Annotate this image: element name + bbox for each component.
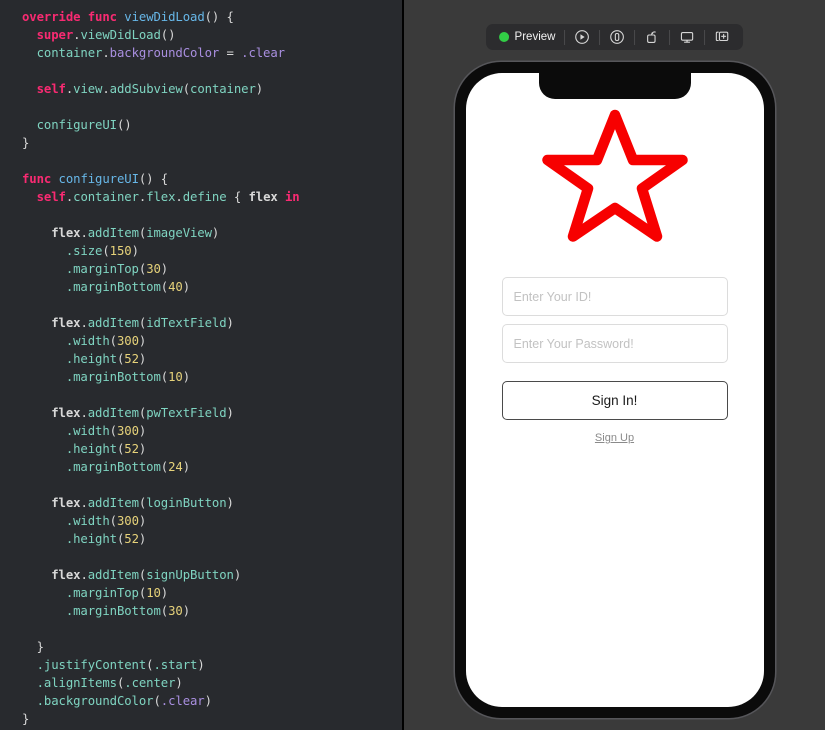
- preview-toolbar[interactable]: Preview: [485, 24, 744, 50]
- code-line: super.viewDidLoad(): [36, 28, 176, 42]
- display-icon: [681, 32, 694, 43]
- code-line: .marginBottom(30): [65, 604, 191, 618]
- device-screen: Enter Your ID! Enter Your Password! Sign…: [465, 73, 764, 707]
- sign-up-link[interactable]: Sign Up: [595, 432, 634, 444]
- id-field-placeholder: Enter Your ID!: [513, 289, 592, 304]
- code-line: self.view.addSubview(container): [36, 82, 264, 96]
- code-line: }: [22, 136, 30, 150]
- code-line: override func viewDidLoad() {: [22, 10, 234, 24]
- sign-in-label: Sign In!: [591, 393, 638, 408]
- code-line: flex.addItem(pwTextField): [51, 406, 234, 420]
- code-editor-pane[interactable]: override func viewDidLoad() { super.view…: [0, 0, 404, 730]
- login-screen: Enter Your ID! Enter Your Password! Sign…: [466, 73, 764, 707]
- code-line: .marginTop(10): [65, 586, 169, 600]
- code-line: configureUI(): [36, 118, 132, 132]
- code-line: flex.addItem(signUpButton): [51, 568, 242, 582]
- code-line: .marginTop(30): [65, 262, 169, 276]
- code-line: func configureUI() {: [22, 172, 169, 186]
- code-line: .size(150): [65, 244, 139, 258]
- xcode-preview-window: override func viewDidLoad() { super.view…: [0, 0, 825, 730]
- code-line: .height(52): [65, 352, 147, 366]
- preview-pane: Preview Enter Your ID! Enter Your Passwo…: [404, 0, 825, 730]
- source-code[interactable]: override func viewDidLoad() { super.view…: [0, 8, 402, 728]
- device-simulator: Enter Your ID! Enter Your Password! Sign…: [454, 62, 775, 718]
- stop-icon: [610, 30, 625, 44]
- code-line: self.container.flex.define { flex in: [36, 190, 300, 204]
- code-line: .marginBottom(24): [65, 460, 191, 474]
- preview-status-label: Preview: [514, 31, 556, 43]
- code-line: }: [36, 640, 44, 654]
- code-line: flex.addItem(imageView): [51, 226, 220, 240]
- rotate-icon: [647, 31, 657, 43]
- code-line: .alignItems(.center): [36, 676, 183, 690]
- code-line: .width(300): [65, 514, 147, 528]
- preview-status[interactable]: Preview: [490, 24, 565, 50]
- status-dot-icon: [498, 32, 509, 42]
- code-line: .height(52): [65, 532, 147, 546]
- play-icon: [575, 30, 590, 44]
- code-line: .marginBottom(40): [65, 280, 191, 294]
- code-line: .height(52): [65, 442, 147, 456]
- play-button[interactable]: [565, 24, 599, 50]
- code-line: .justifyContent(.start): [36, 658, 205, 672]
- password-text-field[interactable]: Enter Your Password!: [501, 324, 728, 363]
- code-line: .width(300): [65, 424, 147, 438]
- rotate-button[interactable]: [635, 24, 669, 50]
- code-line: container.backgroundColor = .clear: [36, 46, 285, 60]
- display-button[interactable]: [670, 24, 704, 50]
- add-device-icon: [716, 31, 729, 42]
- code-line: flex.addItem(loginButton): [51, 496, 234, 510]
- star-icon: [541, 109, 688, 242]
- add-device-button[interactable]: [705, 24, 739, 50]
- password-field-placeholder: Enter Your Password!: [513, 336, 634, 351]
- code-line: .backgroundColor(.clear): [36, 694, 212, 708]
- code-line: .width(300): [65, 334, 147, 348]
- code-line: .marginBottom(10): [65, 370, 191, 384]
- code-line: }: [22, 712, 30, 726]
- code-line: flex.addItem(idTextField): [51, 316, 234, 330]
- stop-button[interactable]: [600, 24, 634, 50]
- id-text-field[interactable]: Enter Your ID!: [501, 277, 728, 316]
- sign-in-button[interactable]: Sign In!: [501, 381, 728, 420]
